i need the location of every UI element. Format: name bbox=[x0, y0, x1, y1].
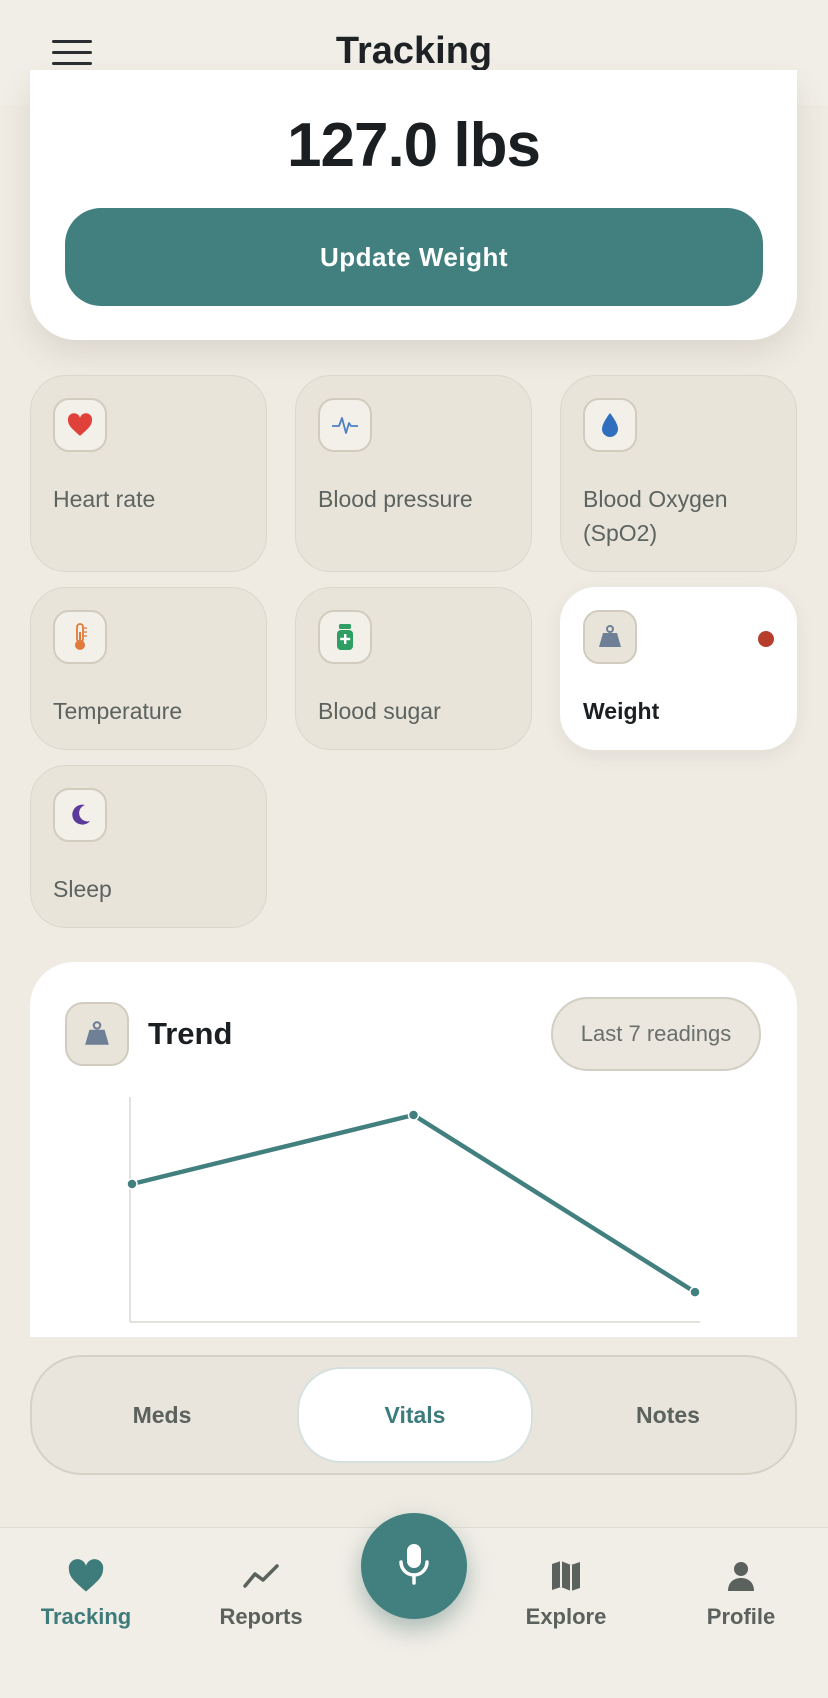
trend-card: Trend Last 7 readings bbox=[30, 962, 797, 1337]
person-icon bbox=[666, 1556, 816, 1596]
segment-vitals[interactable]: Vitals bbox=[297, 1367, 533, 1463]
current-weight-value: 127.0 lbs bbox=[287, 111, 541, 180]
nav-profile[interactable]: Profile bbox=[666, 1556, 816, 1630]
vital-tile-blood-sugar[interactable]: Blood sugar bbox=[295, 587, 532, 750]
segment-meds[interactable]: Meds bbox=[44, 1367, 280, 1463]
vital-label: Heart rate bbox=[53, 486, 156, 512]
vital-label: Temperature bbox=[53, 698, 183, 724]
nav-label: Tracking bbox=[40, 1604, 132, 1629]
medicine-bottle-icon bbox=[318, 610, 372, 664]
pulse-icon bbox=[318, 398, 372, 452]
vital-label: Sleep bbox=[53, 876, 112, 902]
weight-trend-line bbox=[129, 1112, 698, 1295]
page-title: Tracking bbox=[335, 30, 493, 72]
nav-explore[interactable]: Explore bbox=[491, 1556, 641, 1630]
voice-input-button[interactable] bbox=[361, 1513, 467, 1619]
thermometer-icon bbox=[53, 610, 107, 664]
vital-tile-blood-oxygen[interactable]: Blood Oxygen (SpO2) bbox=[560, 375, 797, 572]
vital-label: Blood sugar bbox=[318, 698, 441, 724]
segment-notes[interactable]: Notes bbox=[550, 1367, 786, 1463]
nav-tracking[interactable]: Tracking bbox=[11, 1556, 161, 1630]
nav-reports[interactable]: Reports bbox=[186, 1556, 336, 1630]
trend-line-chart bbox=[126, 1097, 701, 1323]
trend-data-point bbox=[126, 1178, 138, 1190]
moon-icon bbox=[53, 788, 107, 842]
nav-label: Profile bbox=[706, 1604, 776, 1629]
microphone-icon bbox=[397, 1542, 431, 1591]
heart-icon bbox=[11, 1556, 161, 1596]
map-icon bbox=[491, 1556, 641, 1596]
vital-label: Blood pressure bbox=[318, 486, 473, 512]
weight-icon bbox=[583, 610, 637, 664]
update-weight-button[interactable]: Update Weight bbox=[65, 208, 763, 306]
vital-tile-sleep[interactable]: Sleep bbox=[30, 765, 267, 928]
vital-label: Weight bbox=[583, 698, 660, 724]
water-drop-icon bbox=[583, 398, 637, 452]
nav-label: Explore bbox=[525, 1604, 607, 1629]
vital-tile-blood-pressure[interactable]: Blood pressure bbox=[295, 375, 532, 572]
segmented-control: Meds Vitals Notes bbox=[30, 1355, 797, 1475]
selected-indicator-dot bbox=[758, 631, 774, 647]
current-weight-card: 127.0 lbs Update Weight bbox=[30, 70, 797, 340]
trend-data-point bbox=[407, 1109, 420, 1121]
vital-tile-temperature[interactable]: Temperature bbox=[30, 587, 267, 750]
vital-label: Blood Oxygen (SpO2) bbox=[583, 486, 728, 546]
trend-data-point bbox=[689, 1286, 701, 1298]
vital-tile-weight[interactable]: Weight bbox=[560, 587, 797, 750]
nav-label: Reports bbox=[219, 1604, 303, 1629]
vital-tile-heart-rate[interactable]: Heart rate bbox=[30, 375, 267, 572]
heart-icon bbox=[53, 398, 107, 452]
trend-line-icon bbox=[186, 1556, 336, 1596]
